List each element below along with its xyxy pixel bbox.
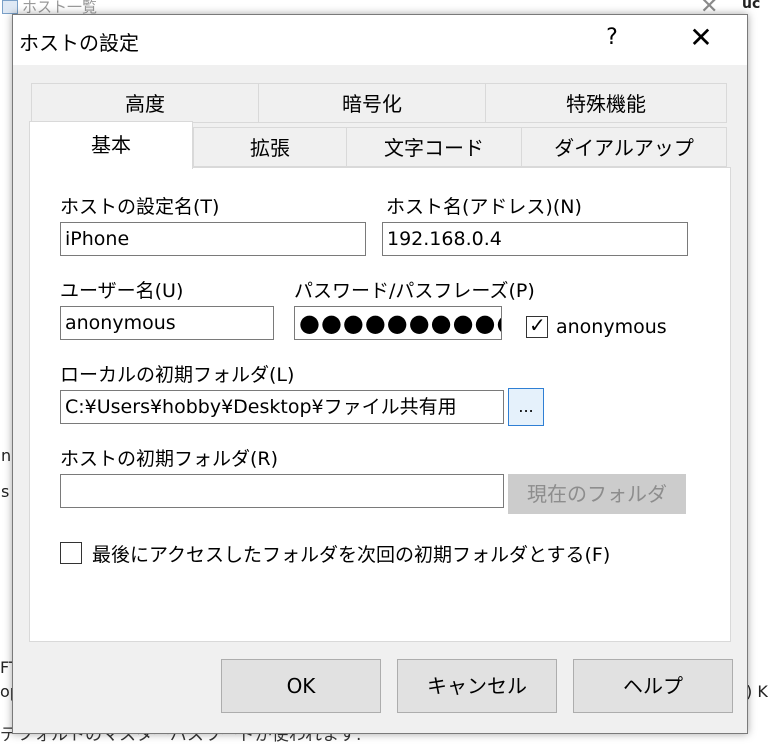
tab-basic[interactable]: 基本 xyxy=(29,121,193,169)
anonymous-checkbox[interactable]: ✓ xyxy=(526,313,548,338)
tab-extended[interactable]: 拡張 xyxy=(193,127,347,167)
local-folder-label: ローカルの初期フォルダ(L) xyxy=(60,364,295,386)
background-window-title: ホスト一覧 xyxy=(22,0,98,16)
tab-advanced[interactable]: 高度 xyxy=(31,83,259,123)
user-name-input[interactable]: anonymous xyxy=(60,306,274,340)
password-label: パスワード/パスフレーズ(P) xyxy=(294,280,535,302)
background-fragment: ) K xyxy=(746,682,768,701)
dialog-title: ホストの設定 xyxy=(19,31,139,55)
host-folder-label: ホストの初期フォルダ(R) xyxy=(60,448,279,470)
app-icon xyxy=(2,0,18,14)
background-fragment: s xyxy=(1,482,10,501)
last-folder-checkbox[interactable] xyxy=(60,542,82,564)
background-fragment: uc xyxy=(742,0,761,12)
local-folder-input[interactable]: C:¥Users¥hobby¥Desktop¥ファイル共有用 xyxy=(60,390,504,424)
host-settings-dialog: ホストの設定 ? ✕ 高度 暗号化 特殊機能 基本 拡張 文字コード ダイアルア… xyxy=(12,14,748,734)
help-icon[interactable]: ? xyxy=(597,25,627,50)
user-name-label: ユーザー名(U) xyxy=(60,280,184,302)
tab-encryption[interactable]: 暗号化 xyxy=(258,83,486,123)
tab-charset[interactable]: 文字コード xyxy=(346,127,522,167)
tab-special[interactable]: 特殊機能 xyxy=(485,83,727,123)
password-input[interactable]: ●●●●●●●●●● xyxy=(294,306,502,340)
anonymous-label[interactable]: anonymous xyxy=(556,316,667,338)
host-folder-input[interactable] xyxy=(60,474,504,508)
last-folder-label[interactable]: 最後にアクセスしたフォルダを次回の初期フォルダとする(F) xyxy=(92,540,610,567)
help-button[interactable]: ヘルプ xyxy=(573,659,733,713)
checkmark-icon: ✓ xyxy=(529,313,546,337)
host-name-input[interactable]: 192.168.0.4 xyxy=(382,222,688,256)
close-icon[interactable]: ✕ xyxy=(685,21,717,54)
background-fragment: n xyxy=(1,446,12,465)
dialog-titlebar[interactable]: ホストの設定 ? ✕ xyxy=(13,15,747,65)
tab-dialup[interactable]: ダイアルアップ xyxy=(521,127,727,167)
ok-button[interactable]: OK xyxy=(221,659,381,713)
host-setting-name-input[interactable]: iPhone xyxy=(60,222,366,256)
basic-tab-panel: ホストの設定名(T) iPhone ホスト名(アドレス)(N) 192.168.… xyxy=(29,167,731,642)
host-setting-name-label: ホストの設定名(T) xyxy=(60,196,220,218)
current-folder-button[interactable]: 現在のフォルダ xyxy=(508,474,686,514)
cancel-button[interactable]: キャンセル xyxy=(397,659,557,713)
host-name-label: ホスト名(アドレス)(N) xyxy=(386,196,582,218)
browse-local-folder-button[interactable]: ... xyxy=(508,388,544,426)
